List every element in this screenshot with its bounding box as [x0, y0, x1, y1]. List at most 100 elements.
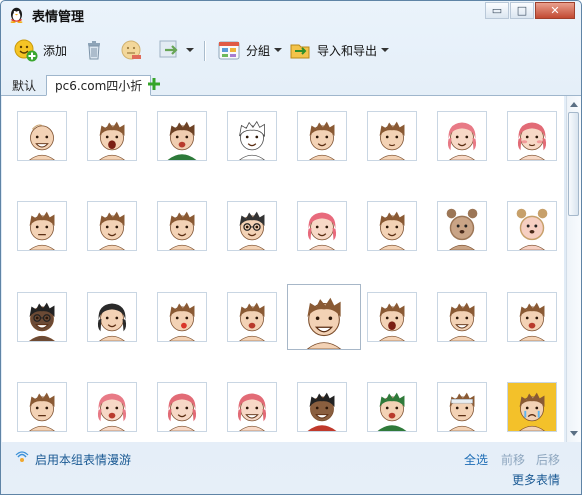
import-export-button[interactable]: 导入和导出 — [287, 37, 390, 63]
add-button[interactable]: 添加 — [13, 37, 67, 63]
import-export-label: 导入和导出 — [317, 43, 378, 58]
emoticon-grid — [2, 96, 564, 442]
emoticon-image — [447, 122, 477, 160]
title-bar[interactable]: 表情管理 ▭ □ ✕ — [1, 1, 581, 29]
emoticon-image — [379, 211, 405, 250]
emoticon-thumbnail[interactable] — [367, 111, 417, 161]
emoticon-image — [517, 122, 547, 160]
emoticon-thumbnail[interactable] — [437, 292, 487, 342]
emoticon-thumbnail[interactable] — [367, 292, 417, 342]
emoticon-thumbnail[interactable] — [287, 284, 361, 350]
tab-default[interactable]: 默认 — [4, 75, 44, 95]
emoticon-image — [239, 302, 265, 341]
emoticon-thumbnail[interactable] — [367, 201, 417, 251]
maximize-button[interactable]: □ — [510, 2, 534, 19]
emoticon-thumbnail[interactable] — [87, 201, 137, 251]
group-label: 分組 — [246, 43, 271, 58]
emoticon-thumbnail[interactable] — [87, 292, 137, 342]
emoticon-thumbnail[interactable] — [367, 382, 417, 432]
import-export-icon — [290, 44, 310, 59]
emoticon-thumbnail[interactable] — [17, 111, 67, 161]
emoticon-thumbnail[interactable] — [297, 201, 347, 251]
emoticon-image — [99, 211, 125, 250]
emoticon-image — [306, 297, 342, 349]
emoticon-image — [29, 124, 55, 160]
emoticon-thumbnail[interactable] — [157, 292, 207, 342]
move-group-icon — [159, 40, 178, 58]
chevron-down-icon — [186, 48, 194, 52]
emoticon-thumbnail[interactable] — [157, 201, 207, 251]
toolbar-separator — [204, 41, 206, 61]
emoticon-thumbnail[interactable] — [87, 111, 137, 161]
emoticon-thumbnail[interactable] — [507, 382, 557, 432]
emoticon-thumbnail[interactable] — [157, 111, 207, 161]
qq-penguin-icon — [10, 7, 23, 23]
scrollbar-thumb[interactable] — [568, 112, 579, 216]
edit-emoticon-button[interactable] — [118, 37, 144, 63]
move-prev-link[interactable]: 前移 — [501, 451, 525, 468]
group-icon — [218, 41, 240, 60]
emoticon-image — [309, 121, 335, 160]
emoticon-thumbnail[interactable] — [297, 382, 347, 432]
vertical-scrollbar[interactable] — [566, 96, 581, 442]
emoticon-manager-window: 表情管理 ▭ □ ✕ 添加 分組 导入和导出 默认 pc6.com四小折 启用本… — [0, 0, 582, 495]
emoticon-image — [167, 121, 197, 160]
emoticon-image — [169, 302, 195, 341]
delete-button[interactable] — [81, 37, 107, 63]
more-emoticons-link[interactable]: 更多表情 — [512, 471, 560, 488]
close-button[interactable]: ✕ — [535, 2, 575, 19]
tab-pc6-group[interactable]: pc6.com四小折 — [46, 75, 152, 96]
emoticon-thumbnail[interactable] — [297, 111, 347, 161]
emoticon-image — [446, 208, 478, 250]
tab-label: pc6.com四小折 — [55, 79, 143, 93]
emoticon-image — [29, 211, 55, 250]
emoticon-thumbnail[interactable] — [227, 201, 277, 251]
add-group-icon[interactable] — [146, 76, 162, 92]
move-next-link[interactable]: 后移 — [536, 451, 560, 468]
emoticon-thumbnail[interactable] — [507, 292, 557, 342]
enable-roaming-link[interactable]: 启用本组表情漫游 — [35, 451, 131, 468]
emoticon-image — [379, 302, 405, 341]
emoticon-thumbnail[interactable] — [227, 111, 277, 161]
emoticon-image — [307, 392, 337, 431]
emoticon-thumbnail[interactable] — [437, 201, 487, 251]
emoticon-image — [29, 302, 55, 341]
maximize-icon: □ — [516, 4, 528, 17]
window-controls: ▭ □ ✕ — [485, 2, 575, 19]
group-button[interactable]: 分組 — [216, 37, 283, 63]
emoticon-thumbnail[interactable] — [437, 382, 487, 432]
minimize-button[interactable]: ▭ — [485, 2, 509, 19]
emoticon-image — [237, 393, 267, 431]
minimize-icon: ▭ — [491, 4, 503, 17]
emoticon-thumbnail[interactable] — [227, 382, 277, 432]
emoticon-image — [99, 121, 125, 160]
window-title: 表情管理 — [32, 10, 85, 25]
chevron-down-icon — [381, 48, 390, 52]
roaming-icon — [15, 451, 29, 462]
scroll-down-icon[interactable] — [569, 429, 579, 439]
emoticon-image — [449, 302, 475, 341]
emoticon-thumbnail[interactable] — [87, 382, 137, 432]
select-all-link[interactable]: 全选 — [464, 451, 488, 468]
group-tabs: 默认 pc6.com四小折 — [1, 73, 581, 96]
add-label: 添加 — [43, 43, 68, 58]
emoticon-thumbnail[interactable] — [437, 111, 487, 161]
emoticon-image — [29, 392, 55, 431]
tab-label: 默认 — [12, 78, 37, 93]
emoticon-thumbnail[interactable] — [17, 201, 67, 251]
emoticon-image — [377, 392, 407, 431]
emoticon-thumbnail[interactable] — [227, 292, 277, 342]
emoticon-thumbnail[interactable] — [157, 382, 207, 432]
emoticon-image — [508, 383, 556, 431]
emoticon-image — [519, 302, 545, 341]
emoticon-image — [307, 212, 337, 250]
emoticon-image — [97, 303, 127, 341]
emoticon-edit-icon — [121, 40, 141, 60]
close-icon: ✕ — [550, 4, 560, 17]
emoticon-thumbnail[interactable] — [17, 292, 67, 342]
emoticon-thumbnail[interactable] — [17, 382, 67, 432]
scroll-up-icon[interactable] — [569, 99, 579, 109]
emoticon-thumbnail[interactable] — [507, 111, 557, 161]
move-to-group-button[interactable] — [156, 37, 194, 63]
emoticon-thumbnail[interactable] — [507, 201, 557, 251]
